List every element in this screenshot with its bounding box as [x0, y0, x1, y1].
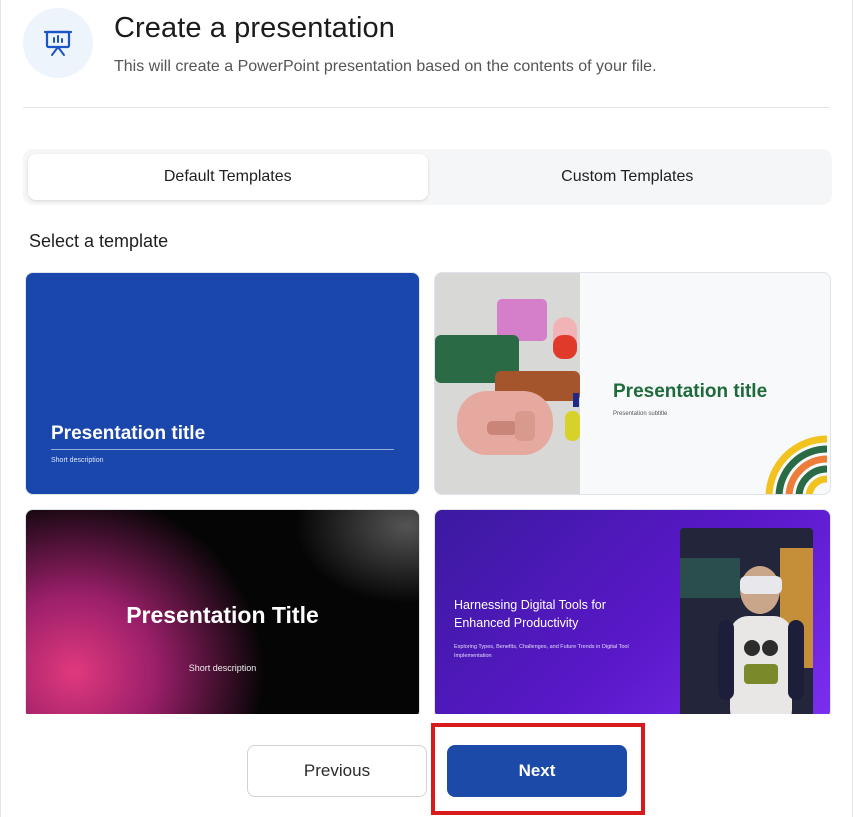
- template-title: Harnessing Digital Tools for Enhanced Pr…: [454, 598, 606, 630]
- template-card-blue[interactable]: Presentation title Short description: [25, 272, 420, 495]
- tab-custom-templates[interactable]: Custom Templates: [428, 154, 828, 200]
- template-glow-decoration: [286, 510, 419, 610]
- page-title: Create a presentation: [114, 12, 395, 44]
- template-description: Short description: [188, 663, 257, 673]
- template-title: Presentation title: [51, 423, 206, 444]
- template-title: Presentation Title: [126, 602, 319, 628]
- template-description: Exploring Types, Benefits, Challenges, a…: [454, 644, 629, 659]
- template-card-purple[interactable]: Harnessing Digital Tools for Enhanced Pr…: [434, 509, 831, 719]
- header-divider: [23, 107, 830, 108]
- template-card-shapes[interactable]: Presentation title Presentation subtitle: [434, 272, 831, 495]
- page-subtitle: This will create a PowerPoint presentati…: [114, 58, 657, 75]
- template-title: Presentation title: [613, 381, 768, 402]
- presentation-board-icon: [23, 8, 93, 78]
- template-divider: [51, 449, 394, 450]
- rainbow-arcs-decoration: [765, 435, 828, 494]
- template-card-dark[interactable]: Presentation Title Short description: [25, 509, 420, 719]
- template-tabs: Default Templates Custom Templates: [23, 149, 832, 205]
- create-presentation-panel: Create a presentation This will create a…: [0, 0, 853, 817]
- tab-default-templates[interactable]: Default Templates: [28, 154, 428, 200]
- previous-button[interactable]: Previous: [247, 745, 427, 797]
- template-shapes-image: [435, 273, 580, 494]
- template-description: Presentation subtitle: [613, 411, 668, 417]
- template-photo-image: [680, 528, 813, 718]
- template-description: Short description: [51, 457, 104, 464]
- select-template-label: Select a template: [29, 231, 169, 251]
- next-button[interactable]: Next: [447, 745, 627, 797]
